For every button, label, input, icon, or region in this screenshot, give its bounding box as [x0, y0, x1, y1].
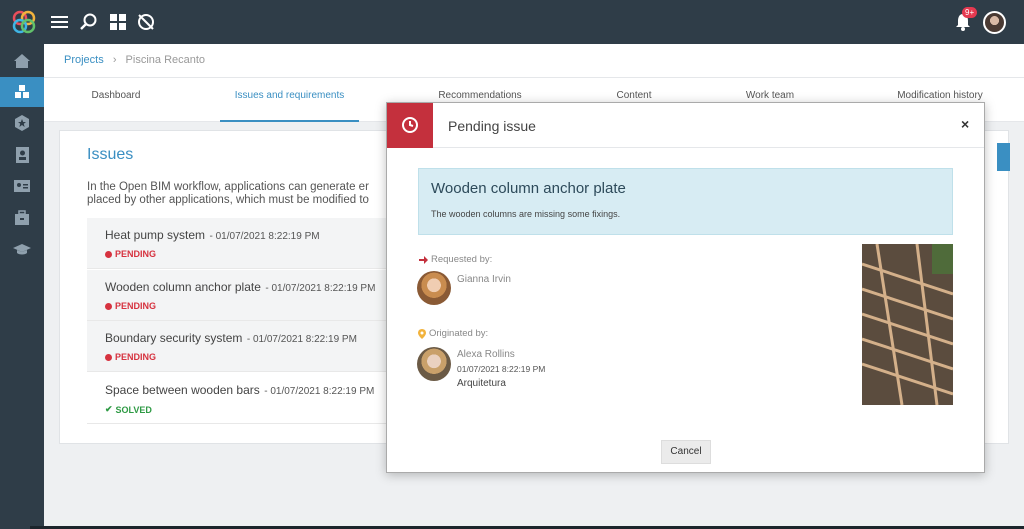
requester-name: Gianna Irvin [457, 274, 511, 285]
issue-row[interactable]: Boundary security system - 01/07/2021 8:… [87, 321, 397, 372]
status-badge: PENDING [105, 301, 379, 311]
issues-description: In the Open BIM workflow, applications c… [87, 181, 407, 207]
modal-status-badge [387, 103, 433, 148]
issues-title: Issues [87, 146, 134, 163]
chevron-right-icon: › [112, 54, 117, 66]
issue-title: Wooden column anchor plate [431, 180, 626, 197]
app-logo-icon[interactable] [12, 10, 36, 34]
pending-issue-modal: Pending issue × Wooden column anchor pla… [386, 102, 985, 473]
user-avatar[interactable] [983, 11, 1006, 34]
issue-date: 01/07/2021 8:22:19 PM [271, 283, 376, 294]
breadcrumb-current: Piscina Recanto [125, 54, 206, 66]
issue-title: Wooden column anchor plate [105, 280, 261, 294]
status-text: SOLVED [115, 404, 152, 415]
issue-title: Space between wooden bars [105, 383, 260, 397]
star-badge-icon [15, 115, 29, 131]
menu-icon[interactable] [50, 12, 70, 32]
modal-header: Pending issue × [387, 103, 984, 148]
issue-photo[interactable] [862, 244, 953, 405]
status-text: PENDING [115, 249, 157, 259]
wooden-structure-image-icon [862, 244, 953, 405]
breadcrumb: Projects › Piscina Recanto [44, 44, 1024, 78]
issue-title: Heat pump system [105, 228, 206, 242]
sidebar-item-contacts[interactable] [0, 140, 44, 170]
cubes-icon [15, 85, 29, 98]
status-text: PENDING [115, 352, 157, 362]
status-badge: PENDING [105, 352, 379, 362]
pending-dot-icon [105, 302, 112, 310]
modal-title: Pending issue [448, 118, 536, 134]
tab-dashboard[interactable]: Dashboard [74, 78, 158, 122]
originator-date: 01/07/2021 8:22:19 PM [457, 364, 546, 374]
status-text: PENDING [115, 301, 157, 311]
close-icon[interactable]: × [961, 116, 969, 132]
requested-by-label: Requested by: [418, 254, 492, 265]
issue-row[interactable]: Wooden column anchor plate - 01/07/2021 … [87, 270, 397, 321]
sidebar-item-id-card[interactable] [0, 171, 44, 201]
contacts-book-icon [16, 147, 29, 163]
originated-by-text: Originated by: [429, 328, 489, 339]
issues-description-line: In the Open BIM workflow, applications c… [87, 181, 369, 193]
arrow-right-icon [419, 255, 428, 264]
status-badge: PENDING [105, 249, 379, 259]
issues-description-line: placed by other applications, which must… [87, 194, 369, 206]
originator-name: Alexa Rollins [457, 349, 515, 360]
sidebar-item-home[interactable] [0, 46, 44, 76]
search-icon[interactable] [79, 12, 99, 32]
issue-date: 01/07/2021 8:22:19 PM [270, 386, 375, 397]
requested-by-text: Requested by: [431, 254, 493, 265]
sync-disabled-icon[interactable] [136, 12, 156, 32]
check-icon: ✔ [105, 404, 113, 414]
add-issue-button[interactable] [997, 143, 1010, 171]
clock-icon [402, 117, 418, 133]
pending-dot-icon [105, 250, 112, 258]
cancel-button[interactable]: Cancel [661, 440, 711, 464]
originated-by-label: Originated by: [418, 328, 488, 339]
tab-issues[interactable]: Issues and requirements [220, 78, 359, 122]
avatar [417, 347, 451, 381]
sidebar-item-learning[interactable] [0, 234, 44, 264]
notification-badge: 9+ [962, 7, 978, 18]
sidebar-item-badge[interactable] [0, 108, 44, 138]
issue-date: 01/07/2021 8:22:19 PM [252, 334, 357, 345]
sidebar-item-briefcase[interactable] [0, 203, 44, 233]
issue-row[interactable]: Space between wooden bars - 01/07/2021 8… [87, 373, 397, 424]
issue-date: 01/07/2021 8:22:19 PM [215, 231, 320, 242]
issue-row[interactable]: Heat pump system - 01/07/2021 8:22:19 PM… [87, 218, 397, 269]
id-card-icon [14, 180, 30, 192]
originator-role: Arquitetura [457, 378, 506, 389]
graduation-cap-icon [13, 244, 31, 255]
breadcrumb-projects-link[interactable]: Projects [64, 54, 104, 66]
briefcase-icon [15, 210, 29, 225]
home-icon [14, 54, 30, 68]
status-badge: ✔ SOLVED [105, 404, 379, 415]
sidebar [0, 44, 44, 529]
pending-dot-icon [105, 353, 112, 361]
top-bar: 9+ [0, 0, 1024, 44]
issue-description: The wooden columns are missing some fixi… [431, 209, 621, 219]
map-pin-icon [418, 328, 426, 339]
avatar [417, 271, 451, 305]
grid-apps-icon[interactable] [108, 12, 128, 32]
sidebar-item-cubes[interactable] [0, 77, 44, 107]
issue-title: Boundary security system [105, 331, 243, 345]
issue-info-box: Wooden column anchor plate The wooden co… [418, 168, 953, 235]
